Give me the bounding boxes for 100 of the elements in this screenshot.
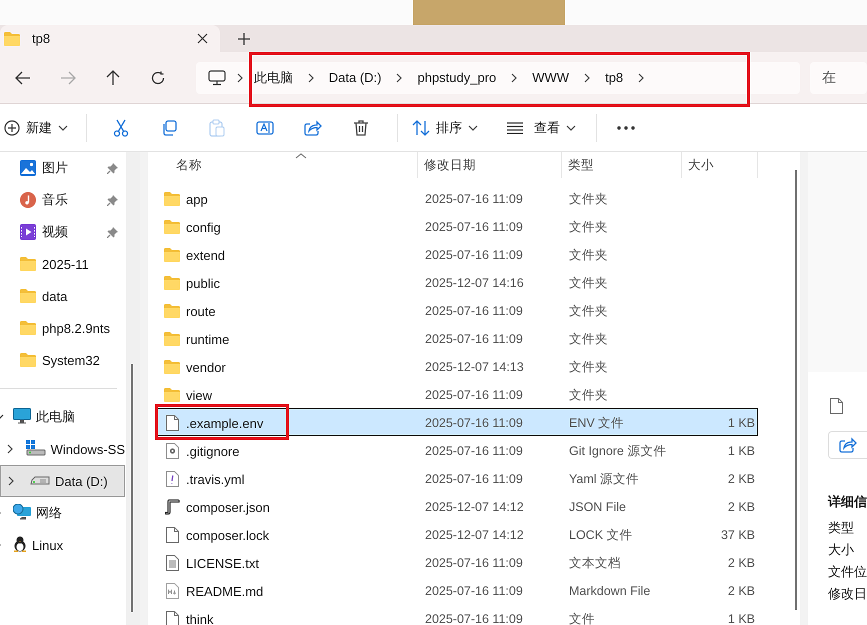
column-header[interactable]: 名称 xyxy=(157,152,418,178)
file-name: LICENSE.txt xyxy=(186,556,259,570)
file-row[interactable]: composer.json 2025-12-07 14:12 JSON File 2 KB xyxy=(157,492,758,520)
file-name: vendor xyxy=(186,360,226,374)
file-row[interactable]: .travis.yml 2025-07-16 11:09 Yaml 源文件 2 KB xyxy=(157,464,758,492)
type-cell-text: ENV 文件 xyxy=(568,414,626,432)
tree-item[interactable]: 网络 xyxy=(0,497,125,529)
delete-icon xyxy=(353,118,369,136)
date-cell-text: 2025-12-07 14:13 xyxy=(424,360,525,374)
size-cell-text: 1 KB xyxy=(726,612,756,625)
chevron-icon xyxy=(583,72,592,82)
tree-item[interactable]: Windows-SS xyxy=(0,433,125,465)
file-name: config xyxy=(186,220,221,234)
sidebar-item[interactable]: 2025-11 xyxy=(0,248,122,280)
scrollbar-thumb[interactable] xyxy=(131,364,133,612)
folder-icon xyxy=(164,332,180,346)
folder-icon xyxy=(20,353,36,367)
file-row[interactable]: README.md 2025-07-16 11:09 Markdown File 2 KB xyxy=(157,576,758,604)
sidebar-item[interactable]: data xyxy=(0,280,122,312)
forward-arrow-icon xyxy=(60,70,76,84)
date-cell-text: 2025-07-16 11:09 xyxy=(424,248,524,262)
file-row[interactable]: LICENSE.txt 2025-07-16 11:09 文本文档 2 KB xyxy=(157,548,758,576)
file-row[interactable]: composer.lock 2025-12-07 14:12 LOCK 文件 37 KB xyxy=(157,520,758,548)
share-icon xyxy=(304,120,322,136)
type-cell-text: 文件夹 xyxy=(568,358,609,376)
file-row[interactable]: view 2025-07-16 11:09 文件夹 xyxy=(157,380,758,408)
gear-file-icon xyxy=(164,443,180,459)
folder-icon xyxy=(20,289,36,303)
text-file-icon xyxy=(164,555,180,571)
date-cell-text: 2025-07-16 11:09 xyxy=(424,584,524,598)
chevron-icon xyxy=(637,72,646,82)
sort-arrows-icon xyxy=(412,120,430,136)
tree-item[interactable]: 此电脑 xyxy=(0,401,125,433)
type-cell-text: 文件夹 xyxy=(568,190,609,208)
column-header[interactable]: 类型 xyxy=(562,152,682,178)
search-field[interactable]: 在 xyxy=(810,62,867,94)
file-row[interactable]: .gitignore 2025-07-16 11:09 Git Ignore 源文件 1 KB xyxy=(157,436,758,464)
breadcrumb-item[interactable]: tp8 xyxy=(605,70,624,85)
date-cell-text: 2025-07-16 11:09 xyxy=(424,556,524,570)
breadcrumb-item[interactable]: phpstudy_pro xyxy=(417,70,496,85)
folder-icon xyxy=(164,304,180,318)
file-row[interactable]: think 2025-07-16 11:09 文件 1 KB xyxy=(157,604,758,625)
type-cell-text: 文件夹 xyxy=(568,218,609,236)
sort-button[interactable]: 排序 xyxy=(408,112,492,144)
size-cell-text: 1 KB xyxy=(726,416,756,430)
folder-icon xyxy=(20,257,36,271)
file-icon xyxy=(164,527,180,543)
file-name: runtime xyxy=(186,332,230,346)
new-button[interactable]: 新建 xyxy=(4,112,76,144)
file-name: think xyxy=(186,612,214,625)
type-cell-text: 文本文档 xyxy=(568,554,622,572)
view-button[interactable]: 查看 xyxy=(492,112,590,144)
date-cell-text: 2025-12-07 14:12 xyxy=(424,500,525,514)
up-arrow-icon xyxy=(106,70,120,86)
tree-item[interactable]: Data (D:) xyxy=(0,465,125,497)
breadcrumb-item[interactable]: Data (D:) xyxy=(328,70,382,85)
file-name: .gitignore xyxy=(186,444,240,458)
file-name: composer.lock xyxy=(186,528,270,542)
tree-item[interactable]: Linux xyxy=(0,529,125,561)
drive-icon xyxy=(26,440,46,456)
date-cell-text: 2025-07-16 11:09 xyxy=(424,416,524,430)
file-row[interactable]: extend 2025-07-16 11:09 文件夹 xyxy=(157,240,758,268)
date-cell-text: 2025-07-16 11:09 xyxy=(424,332,524,346)
folder-icon xyxy=(164,192,180,206)
size-cell-text: 2 KB xyxy=(726,584,756,598)
sidebar-item[interactable]: php8.2.9nts xyxy=(0,312,122,344)
type-cell-text: LOCK 文件 xyxy=(568,526,634,544)
address-bar[interactable]: 此电脑 Data (D:) phpstudy_pro WWW tp8 xyxy=(196,62,800,94)
folder-icon xyxy=(20,321,36,335)
column-header[interactable]: 大小 xyxy=(682,152,758,178)
size-cell-text: 2 KB xyxy=(726,472,756,486)
scrollbar[interactable] xyxy=(795,170,797,610)
chevron-icon xyxy=(306,72,315,82)
detail-label: 文件位 xyxy=(828,563,867,581)
type-cell-text: JSON File xyxy=(568,500,627,514)
plus-circle-icon xyxy=(4,120,20,136)
file-row[interactable]: vendor 2025-12-07 14:13 文件夹 xyxy=(157,352,758,380)
close-icon[interactable] xyxy=(197,33,208,44)
sidebar-item[interactable]: 音乐 xyxy=(0,184,122,216)
sidebar-item[interactable]: 视频 xyxy=(0,216,122,248)
folder-icon xyxy=(4,32,20,46)
folder-tab[interactable]: tp8 xyxy=(0,25,220,52)
date-cell-text: 2025-07-16 11:09 xyxy=(424,472,524,486)
breadcrumb-item[interactable]: 此电脑 xyxy=(254,68,293,86)
sidebar-item[interactable]: System32 xyxy=(0,344,122,376)
breadcrumb-item[interactable]: WWW xyxy=(532,70,570,85)
file-row[interactable]: route 2025-07-16 11:09 文件夹 xyxy=(157,296,758,324)
file-row[interactable]: runtime 2025-07-16 11:09 文件夹 xyxy=(157,324,758,352)
column-header[interactable]: 修改日期 xyxy=(418,152,562,178)
sidebar-item[interactable]: 图片 xyxy=(0,152,122,184)
penguin-icon xyxy=(13,536,27,552)
file-row[interactable]: public 2025-12-07 14:16 文件夹 xyxy=(157,268,758,296)
file-row[interactable]: app 2025-07-16 11:09 文件夹 xyxy=(157,184,758,212)
more-icon xyxy=(617,126,635,130)
folder-icon xyxy=(164,360,180,374)
date-cell-text: 2025-07-16 11:09 xyxy=(424,612,524,625)
file-row[interactable]: config 2025-07-16 11:09 文件夹 xyxy=(157,212,758,240)
date-cell-text: 2025-07-16 11:09 xyxy=(424,220,524,234)
size-cell-text: 2 KB xyxy=(726,500,756,514)
script-file-icon xyxy=(164,499,180,515)
